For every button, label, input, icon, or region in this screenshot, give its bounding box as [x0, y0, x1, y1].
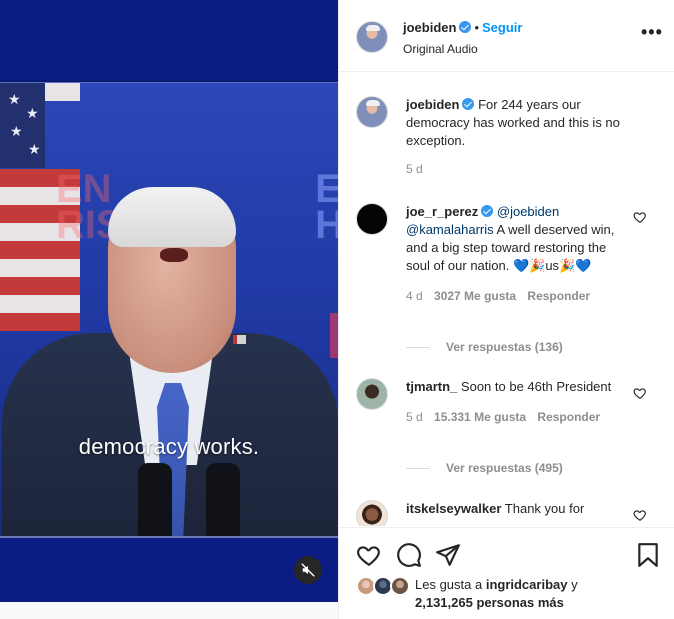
author-avatar[interactable]: [356, 21, 388, 53]
author-username[interactable]: joebiden: [403, 20, 456, 35]
view-replies-button[interactable]: Ver respuestas (136): [406, 340, 563, 354]
comment-text: Thank you for: [504, 501, 585, 516]
backdrop-lettering-blue: EH: [315, 169, 338, 245]
comment-likes[interactable]: 15.331 Me gusta: [434, 410, 526, 424]
separator-dot: •: [474, 20, 480, 35]
backdrop-accent: [330, 313, 338, 358]
comments-list[interactable]: joebiden For 244 years our democracy has…: [339, 73, 674, 526]
save-bookmark-icon[interactable]: [635, 542, 661, 568]
comment-username[interactable]: itskelseywalker: [406, 501, 501, 516]
video-frame[interactable]: ★ ★ ★ ★ ENRIS EH: [0, 82, 338, 538]
muted-speaker-icon: [301, 563, 315, 577]
verified-badge-icon: [462, 98, 475, 110]
microphone-left: [138, 463, 172, 536]
verified-badge-icon: [459, 21, 472, 33]
mention-link[interactable]: @kamalaharris: [406, 222, 494, 237]
caption-comment: joebiden For 244 years our democracy has…: [406, 96, 646, 176]
like-comment-icon[interactable]: [633, 386, 647, 400]
commenter-avatar[interactable]: [356, 378, 388, 410]
replies-divider: [406, 468, 430, 470]
comment-likes[interactable]: 3027 Me gusta: [434, 289, 516, 303]
comment-meta: 5 d 15.331 Me gusta Responder: [406, 410, 616, 424]
liker-avatar[interactable]: [390, 576, 410, 596]
comment-item: joe_r_perez @joebiden @kamalaharris A we…: [406, 203, 628, 303]
comment-text: Soon to be 46th President: [460, 379, 612, 394]
mention-link[interactable]: @joebiden: [497, 204, 559, 219]
speaker-hair: [108, 187, 236, 247]
like-heart-icon[interactable]: [356, 542, 382, 568]
caption-time[interactable]: 5 d: [406, 162, 646, 176]
commenter-avatar[interactable]: [356, 500, 388, 526]
comment-item: itskelseywalker Thank you for: [406, 500, 628, 518]
reply-button[interactable]: Responder: [527, 289, 590, 303]
media-letterbox-top: [0, 0, 338, 80]
liker-username[interactable]: ingridcaribay: [486, 577, 568, 592]
like-comment-icon[interactable]: [633, 508, 647, 522]
caption-avatar[interactable]: [356, 96, 388, 128]
comment-item: tjmartn_ Soon to be 46th President 5 d 1…: [406, 378, 616, 424]
post-actions: Les gusta a ingridcaribay y 2,131,265 pe…: [339, 527, 674, 619]
follow-button[interactable]: Seguir: [482, 20, 522, 35]
microphone-right: [206, 463, 240, 536]
audio-label[interactable]: Original Audio: [403, 42, 522, 56]
caption-username[interactable]: joebiden: [406, 97, 459, 112]
mute-button[interactable]: [294, 556, 322, 584]
likes-count[interactable]: 2,131,265 personas más: [415, 594, 578, 612]
media-letterbox-bottom: [0, 538, 338, 602]
comment-time[interactable]: 5 d: [406, 410, 423, 424]
replies-divider: [406, 347, 430, 349]
likes-summary[interactable]: Les gusta a ingridcaribay y 2,131,265 pe…: [415, 576, 578, 612]
view-replies-button[interactable]: Ver respuestas (495): [406, 461, 563, 475]
verified-badge-icon: [481, 205, 494, 217]
likes-prefix: Les gusta a: [415, 577, 486, 592]
commenter-avatar[interactable]: [356, 203, 388, 235]
more-options-icon[interactable]: •••: [641, 22, 663, 43]
comment-username[interactable]: joe_r_perez: [406, 204, 478, 219]
view-replies-label: Ver respuestas (495): [446, 461, 563, 475]
comment-username[interactable]: tjmartn_: [406, 379, 457, 394]
comment-meta: 4 d 3027 Me gusta Responder: [406, 289, 628, 303]
post-media[interactable]: ★ ★ ★ ★ ENRIS EH democracy works.: [0, 0, 338, 602]
author-info: joebiden • Seguir Original Audio: [403, 19, 522, 56]
likes-conjunction: y: [567, 577, 578, 592]
like-comment-icon[interactable]: [633, 210, 647, 224]
reply-button[interactable]: Responder: [537, 410, 600, 424]
post-header: joebiden • Seguir Original Audio •••: [339, 0, 674, 72]
comment-bubble-icon[interactable]: [396, 542, 422, 568]
share-paper-plane-icon[interactable]: [435, 542, 461, 568]
speaker-mouth: [160, 248, 188, 262]
view-replies-label: Ver respuestas (136): [446, 340, 563, 354]
flag-pin: [233, 335, 246, 344]
video-caption: democracy works.: [78, 434, 260, 459]
comment-time[interactable]: 4 d: [406, 289, 423, 303]
post-side-panel: joebiden • Seguir Original Audio ••• joebi…: [338, 0, 674, 619]
